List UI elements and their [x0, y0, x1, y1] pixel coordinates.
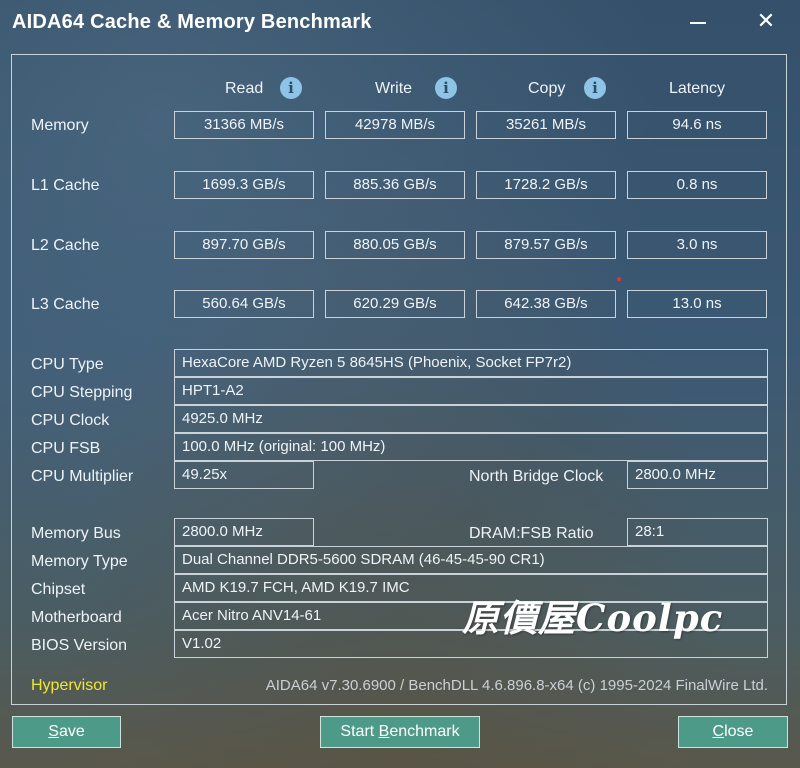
column-header-latency: Latency: [669, 80, 726, 97]
bios-version-label: BIOS Version: [31, 637, 128, 654]
north-bridge-clock-value: 2800.0 MHz: [627, 461, 768, 489]
row-label-l1-cache: L1 Cache: [31, 177, 100, 194]
close-icon: ✕: [756, 8, 776, 33]
l3-write-value: 620.29 GB/s: [325, 290, 465, 318]
l3-copy-value: 642.38 GB/s: [476, 290, 616, 318]
cpu-type-label: CPU Type: [31, 356, 104, 373]
save-button[interactable]: Save: [12, 716, 121, 748]
close-label: lose: [724, 723, 754, 740]
cpu-stepping-label: CPU Stepping: [31, 384, 133, 401]
window-title: AIDA64 Cache & Memory Benchmark: [12, 11, 372, 33]
minimize-icon: [690, 22, 706, 24]
close-mnemonic: C: [712, 723, 725, 740]
l3-latency-value: 13.0 ns: [627, 290, 767, 318]
coolpc-watermark: 原價屋Coolpc: [462, 596, 724, 640]
red-dot-marker: [617, 277, 621, 281]
row-label-l3-cache: L3 Cache: [31, 296, 100, 313]
l2-latency-value: 3.0 ns: [627, 231, 767, 259]
row-label-l2-cache: L2 Cache: [31, 237, 100, 254]
north-bridge-clock-label: North Bridge Clock: [469, 468, 604, 485]
l3-read-value: 560.64 GB/s: [174, 290, 314, 318]
save-mnemonic: S: [48, 723, 59, 740]
write-info-icon[interactable]: i: [435, 77, 457, 99]
memory-read-value: 31366 MB/s: [174, 111, 314, 139]
memory-bus-value: 2800.0 MHz: [174, 518, 314, 546]
l2-copy-value: 879.57 GB/s: [476, 231, 616, 259]
column-header-write: Write: [375, 80, 413, 97]
save-label: ave: [58, 723, 85, 740]
cpu-multiplier-label: CPU Multiplier: [31, 468, 134, 485]
cpu-multiplier-value: 49.25x: [174, 461, 314, 489]
row-label-memory: Memory: [31, 117, 89, 134]
cpu-fsb-label: CPU FSB: [31, 440, 101, 457]
cpu-type-value: HexaCore AMD Ryzen 5 8645HS (Phoenix, So…: [174, 349, 768, 377]
l2-write-value: 880.05 GB/s: [325, 231, 465, 259]
dram-fsb-ratio-label: DRAM:FSB Ratio: [469, 525, 594, 542]
l2-read-value: 897.70 GB/s: [174, 231, 314, 259]
cpu-fsb-value: 100.0 MHz (original: 100 MHz): [174, 433, 768, 461]
memory-type-label: Memory Type: [31, 553, 128, 570]
memory-copy-value: 35261 MB/s: [476, 111, 616, 139]
l1-write-value: 885.36 GB/s: [325, 171, 465, 199]
cpu-clock-value: 4925.0 MHz: [174, 405, 768, 433]
start-benchmark-button[interactable]: Start Benchmark: [320, 716, 480, 748]
l1-copy-value: 1728.2 GB/s: [476, 171, 616, 199]
memory-type-value: Dual Channel DDR5-5600 SDRAM (46-45-45-9…: [174, 546, 768, 574]
dram-fsb-ratio-value: 28:1: [627, 518, 768, 546]
memory-bus-label: Memory Bus: [31, 525, 121, 542]
chipset-label: Chipset: [31, 581, 86, 598]
cpu-stepping-value: HPT1-A2: [174, 377, 768, 405]
column-header-copy: Copy: [528, 80, 566, 97]
memory-write-value: 42978 MB/s: [325, 111, 465, 139]
copy-info-icon[interactable]: i: [584, 77, 606, 99]
close-window-button[interactable]: ✕: [752, 8, 780, 34]
read-info-icon[interactable]: i: [280, 77, 302, 99]
memory-latency-value: 94.6 ns: [627, 111, 767, 139]
column-header-read: Read: [225, 80, 264, 97]
version-info: AIDA64 v7.30.6900 / BenchDLL 4.6.896.8-x…: [265, 677, 768, 694]
cpu-clock-label: CPU Clock: [31, 412, 110, 429]
motherboard-label: Motherboard: [31, 609, 122, 626]
l1-read-value: 1699.3 GB/s: [174, 171, 314, 199]
start-label-pre: Start: [340, 723, 379, 740]
start-label-rest: enchmark: [389, 723, 460, 740]
close-button[interactable]: Close: [678, 716, 788, 748]
start-mnemonic: B: [378, 723, 390, 740]
minimize-button[interactable]: [684, 8, 712, 34]
hypervisor-link[interactable]: Hypervisor: [31, 677, 107, 695]
l1-latency-value: 0.8 ns: [627, 171, 767, 199]
